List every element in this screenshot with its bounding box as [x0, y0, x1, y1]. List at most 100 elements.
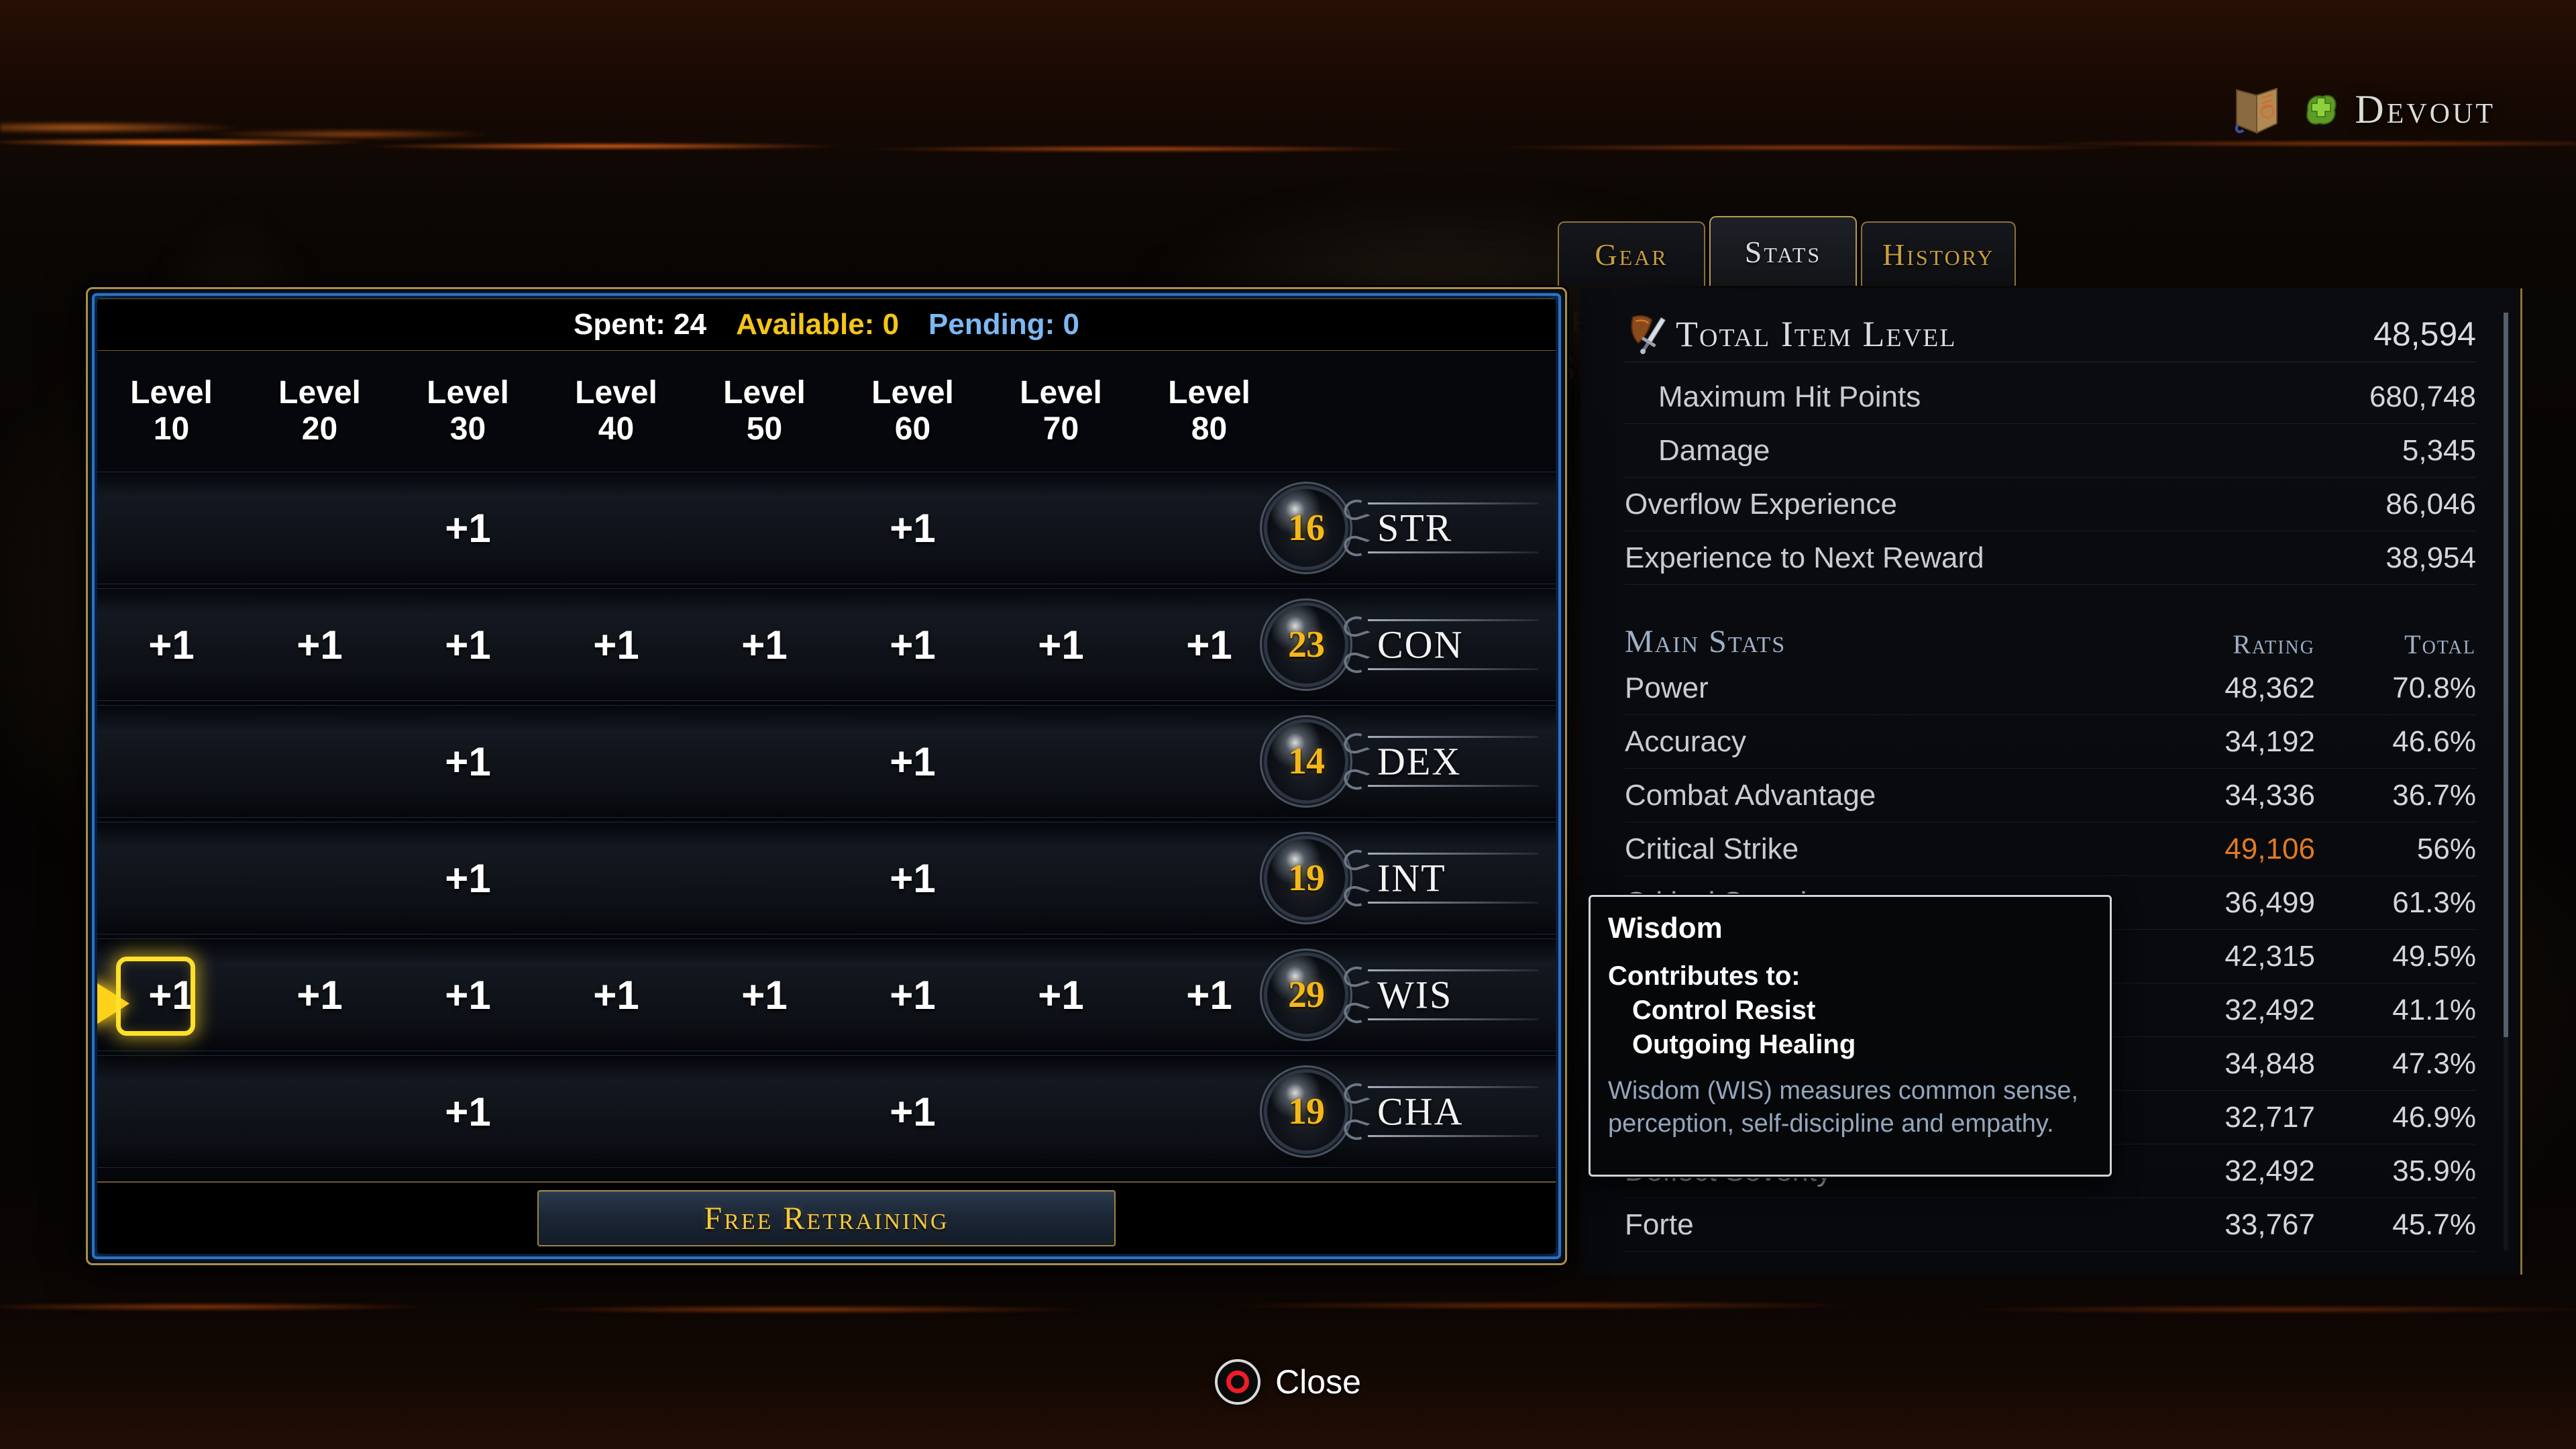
ability-score-value: 23: [1288, 624, 1325, 665]
ability-cell-dex-level-40[interactable]: [542, 706, 690, 817]
ability-cell-str-level-30[interactable]: +1: [394, 472, 542, 584]
ability-cell-con-level-80[interactable]: +1: [1135, 589, 1283, 700]
ability-score-orb: 29: [1267, 956, 1345, 1034]
level-number: 20: [301, 411, 338, 447]
ability-cell-str-level-80[interactable]: [1135, 472, 1283, 584]
ability-cell-wis-level-80[interactable]: +1: [1135, 939, 1283, 1051]
ability-cell-int-level-70[interactable]: [987, 822, 1135, 934]
ability-cell-str-level-60[interactable]: +1: [839, 472, 987, 584]
main-stat-row-forte[interactable]: Forte 33,767 45.7%: [1625, 1198, 2476, 1252]
ability-row-summary-con[interactable]: 23 CON: [1267, 589, 1549, 700]
ability-cell-con-level-20[interactable]: +1: [246, 589, 394, 700]
ability-cell-cha-level-20[interactable]: [246, 1056, 394, 1167]
ability-cell-cha-level-40[interactable]: [542, 1056, 690, 1167]
ability-cell-con-level-70[interactable]: +1: [987, 589, 1135, 700]
ability-cell-int-level-50[interactable]: [690, 822, 839, 934]
ability-cell-int-level-30[interactable]: +1: [394, 822, 542, 934]
ability-increment-label: +1: [148, 622, 195, 667]
tab-stats[interactable]: Stats: [1709, 216, 1857, 286]
main-stat-row-accuracy[interactable]: Accuracy 34,192 46.6%: [1625, 715, 2476, 769]
ability-cell-cha-level-30[interactable]: +1: [394, 1056, 542, 1167]
ability-cell-wis-level-40[interactable]: +1: [542, 939, 690, 1051]
ability-increment-label: +1: [297, 622, 343, 667]
ability-row-summary-str[interactable]: 16 STR: [1267, 472, 1549, 584]
character-banner: Devout: [2227, 80, 2496, 138]
free-retraining-button[interactable]: Free Retraining: [537, 1190, 1116, 1246]
ability-increment-label: +1: [445, 855, 491, 901]
ability-cell-dex-level-20[interactable]: [246, 706, 394, 817]
ability-cell-str-level-40[interactable]: [542, 472, 690, 584]
ability-cell-dex-level-50[interactable]: [690, 706, 839, 817]
ability-cell-str-level-10[interactable]: [97, 472, 246, 584]
main-stats-header: Main Stats Rating Total: [1625, 609, 2476, 660]
level-number: 40: [598, 411, 635, 447]
ability-cell-con-level-30[interactable]: +1: [394, 589, 542, 700]
points-available-label: Available:: [736, 308, 875, 341]
level-column-header-60: Level 60: [839, 375, 987, 447]
ability-cell-int-level-20[interactable]: [246, 822, 394, 934]
ability-score-value: 29: [1288, 974, 1325, 1016]
ability-cell-cha-level-50[interactable]: [690, 1056, 839, 1167]
sword-shield-icon: [1625, 311, 1672, 358]
ability-cell-int-level-40[interactable]: [542, 822, 690, 934]
ability-cell-wis-level-10[interactable]: +1: [97, 939, 246, 1051]
ability-cell-dex-level-30[interactable]: +1: [394, 706, 542, 817]
main-stat-row-combat-advantage[interactable]: Combat Advantage 34,336 36.7%: [1625, 769, 2476, 822]
points-available-value: 0: [882, 308, 900, 341]
selection-cursor-arrow-icon: [97, 981, 129, 1026]
level-column-header-70: Level 70: [987, 375, 1135, 447]
ability-cell-con-level-40[interactable]: +1: [542, 589, 690, 700]
ability-cell-wis-level-60[interactable]: +1: [839, 939, 987, 1051]
level-word: Level: [278, 375, 361, 411]
tab-gear[interactable]: Gear: [1558, 221, 1705, 286]
level-column-headers: Level 10 Level 20 Level 30 Level 40 Leve…: [97, 351, 1556, 472]
tab-history[interactable]: History: [1861, 221, 2017, 286]
ability-score-orb: 19: [1267, 839, 1345, 917]
scrollwork-ornament-icon: [1341, 956, 1368, 1034]
ability-cell-str-level-70[interactable]: [987, 472, 1135, 584]
ability-cell-int-level-80[interactable]: [1135, 822, 1283, 934]
ability-row-summary-dex[interactable]: 14 DEX: [1267, 706, 1549, 817]
points-pending-label: Pending:: [928, 308, 1055, 341]
ability-name-plate: CON: [1368, 606, 1549, 684]
ability-cell-str-level-50[interactable]: [690, 472, 839, 584]
ability-cell-wis-level-70[interactable]: +1: [987, 939, 1135, 1051]
ability-row-summary-wis[interactable]: 29 WIS: [1267, 939, 1549, 1051]
ability-score-value: 16: [1288, 507, 1325, 549]
ability-cell-int-level-60[interactable]: +1: [839, 822, 987, 934]
ability-cell-dex-level-70[interactable]: [987, 706, 1135, 817]
close-label: Close: [1275, 1363, 1361, 1401]
level-column-header-40: Level 40: [542, 375, 690, 447]
ability-cell-str-level-20[interactable]: [246, 472, 394, 584]
ability-name-plate: STR: [1368, 489, 1549, 567]
main-stat-rating: 32,492: [2224, 993, 2315, 1026]
stats-scrollbar-thumb[interactable]: [2504, 313, 2508, 1037]
ability-cell-cha-level-70[interactable]: [987, 1056, 1135, 1167]
ability-cell-con-level-60[interactable]: +1: [839, 589, 987, 700]
ability-row-summary-cha[interactable]: 19 CHA: [1267, 1056, 1549, 1167]
ability-cell-wis-level-50[interactable]: +1: [690, 939, 839, 1051]
ability-cell-con-level-50[interactable]: +1: [690, 589, 839, 700]
ability-cell-dex-level-60[interactable]: +1: [839, 706, 987, 817]
ability-cell-con-level-10[interactable]: +1: [97, 589, 246, 700]
ability-increment-label: +1: [1038, 972, 1084, 1018]
main-stat-row-power[interactable]: Power 48,362 70.8%: [1625, 661, 2476, 715]
close-footer[interactable]: Close: [0, 1315, 2576, 1449]
ability-cell-cha-level-60[interactable]: +1: [839, 1056, 987, 1167]
ability-name-plate: INT: [1368, 839, 1549, 917]
ability-cell-wis-level-30[interactable]: +1: [394, 939, 542, 1051]
ability-cell-wis-level-20[interactable]: +1: [246, 939, 394, 1051]
ability-row-summary-int[interactable]: 19 INT: [1267, 822, 1549, 934]
tooltip-contributes-item-0: Control Resist: [1632, 996, 1816, 1025]
stats-scrollbar-track[interactable]: [2504, 313, 2508, 1250]
tooltip-title: Wisdom: [1608, 912, 1723, 945]
ability-cell-dex-level-10[interactable]: [97, 706, 246, 817]
main-stat-total: 41.1%: [2392, 993, 2476, 1026]
main-stat-row-critical-strike[interactable]: Critical Strike 49,106 56%: [1625, 822, 2476, 876]
ability-cell-int-level-10[interactable]: [97, 822, 246, 934]
sub-stat-value: 5,345: [2402, 433, 2476, 467]
sub-stat-row-overflow-experience: Overflow Experience 86,046: [1625, 478, 2476, 531]
ability-cell-cha-level-80[interactable]: [1135, 1056, 1283, 1167]
ability-cell-dex-level-80[interactable]: [1135, 706, 1283, 817]
ability-cell-cha-level-10[interactable]: [97, 1056, 246, 1167]
